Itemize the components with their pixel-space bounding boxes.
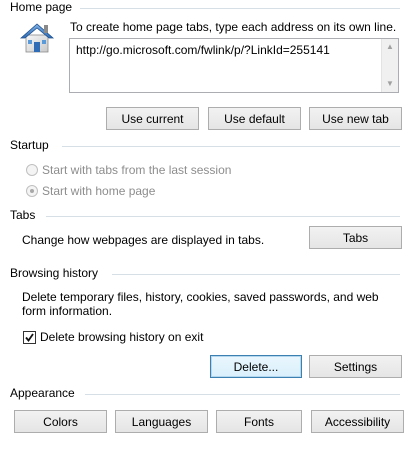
colors-button[interactable]: Colors	[14, 410, 107, 433]
tabs-button[interactable]: Tabs	[309, 226, 402, 249]
radio-last-session-label: Start with tabs from the last session	[42, 163, 232, 177]
use-default-button[interactable]: Use default	[208, 107, 301, 130]
fonts-button[interactable]: Fonts	[216, 410, 302, 433]
delete-on-exit-checkbox[interactable]	[23, 331, 36, 344]
tabs-description: Change how webpages are displayed in tab…	[22, 233, 265, 247]
home-page-url-textarea[interactable]: http://go.microsoft.com/fwlink/p/?LinkId…	[69, 38, 399, 93]
delete-button[interactable]: Delete...	[210, 355, 302, 378]
house-icon	[18, 20, 56, 56]
startup-group-title: Startup	[10, 138, 55, 153]
browsing-history-description-line2: form information.	[22, 304, 113, 318]
scroll-up-arrow-icon[interactable]: ▲	[386, 43, 394, 51]
browsing-history-group-title: Browsing history	[10, 266, 105, 281]
browsing-history-description-line1: Delete temporary files, history, cookies…	[22, 290, 379, 304]
radio-last-session[interactable]	[26, 164, 38, 176]
radio-home-page[interactable]	[26, 185, 38, 197]
delete-on-exit-label: Delete browsing history on exit	[40, 330, 204, 344]
tabs-group-title: Tabs	[10, 208, 42, 223]
appearance-divider	[85, 394, 400, 395]
checkmark-icon	[25, 333, 34, 342]
radio-home-page-label: Start with home page	[42, 184, 156, 198]
accessibility-button[interactable]: Accessibility	[311, 410, 404, 433]
home-page-group-title: Home page	[10, 0, 79, 15]
startup-divider	[62, 146, 400, 147]
home-page-divider	[80, 8, 400, 9]
tabs-divider	[46, 216, 400, 217]
languages-button[interactable]: Languages	[115, 410, 208, 433]
use-new-tab-button[interactable]: Use new tab	[309, 107, 402, 130]
home-page-instructions: To create home page tabs, type each addr…	[70, 20, 397, 34]
scroll-down-arrow-icon[interactable]: ▼	[386, 80, 394, 88]
home-page-scrollbar[interactable]: ▲ ▼	[381, 39, 398, 92]
use-current-button[interactable]: Use current	[106, 107, 199, 130]
home-page-url-value: http://go.microsoft.com/fwlink/p/?LinkId…	[76, 43, 330, 57]
settings-button[interactable]: Settings	[309, 355, 402, 378]
browsing-history-divider	[112, 274, 400, 275]
appearance-group-title: Appearance	[10, 386, 81, 401]
